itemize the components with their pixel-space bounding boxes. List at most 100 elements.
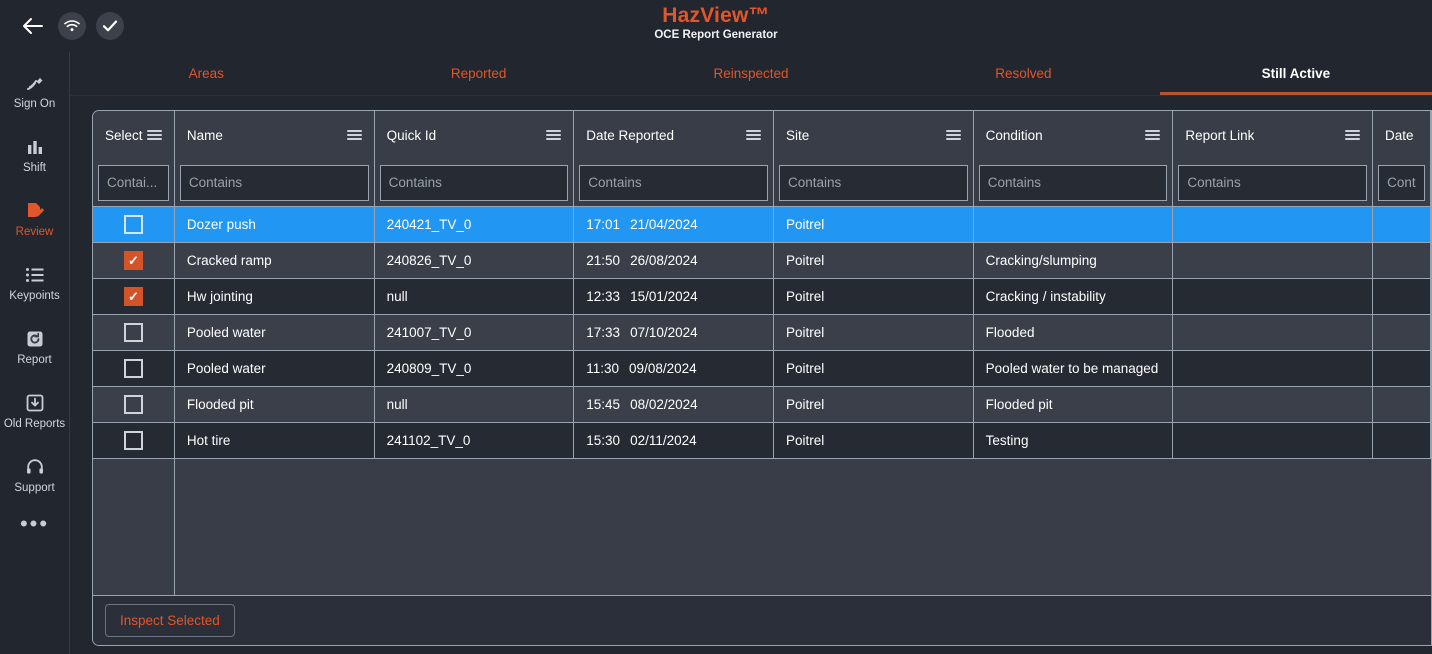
cell-report-link [1173,351,1374,386]
row-select-cell[interactable]: ✓ [93,423,175,458]
tab-still-active[interactable]: Still Active [1159,52,1432,95]
cell-report-link [1173,387,1374,422]
table-row[interactable]: ✓ Hot tire 241102_TV_0 15:30 02/11/2024 P… [93,423,1431,459]
cell-date: 02/11/2024 [630,433,697,448]
cell-name: Hot tire [175,423,375,458]
tab-bar: Areas Reported Reinspected Resolved Stil… [70,52,1432,96]
table-row[interactable]: ✓ Pooled water 240809_TV_0 11:30 09/08/20… [93,351,1431,387]
sidebar-item-label: Report [17,354,52,366]
cell-site: Poitrel [774,351,974,386]
filter-input-date-closed[interactable] [1378,164,1426,201]
column-header-condition[interactable]: Condition [974,111,1174,159]
cell-date-closed [1373,351,1431,386]
cell-quick-id: 240826_TV_0 [375,243,575,278]
row-select-cell[interactable]: ✓ [93,315,175,350]
sidebar: Sign On Shift Review Keypoints Report Ol… [0,52,70,654]
table-row[interactable]: ✓ Flooded pit null 15:45 08/02/2024 Poitr… [93,387,1431,423]
column-header-quick-id[interactable]: Quick Id [375,111,575,159]
sidebar-item-support[interactable]: Support [0,450,70,499]
column-header-label: Site [785,127,810,143]
row-checkbox[interactable]: ✓ [123,395,143,414]
column-header-name[interactable]: Name [175,111,375,159]
filter-input-report-link[interactable] [1178,164,1368,201]
column-header-select[interactable]: Select [93,111,175,159]
row-checkbox[interactable]: ✓ [123,251,143,270]
tab-reinspected[interactable]: Reinspected [615,52,887,95]
filter-cell-condition [974,159,1174,206]
filter-input-date-reported[interactable] [579,164,768,201]
sidebar-item-review[interactable]: Review [0,194,70,243]
hamburger-menu-icon[interactable] [945,128,961,142]
grid-footer: Inspect Selected [93,595,1431,645]
row-checkbox[interactable]: ✓ [123,215,143,234]
page-title: HazView™ [662,4,770,27]
cell-date-reported: 17:33 07/10/2024 [574,315,774,350]
filter-input-quick-id[interactable] [379,164,569,201]
row-checkbox[interactable]: ✓ [123,431,143,450]
back-arrow-icon[interactable] [18,11,48,41]
cell-time: 11:30 [586,361,620,376]
column-header-site[interactable]: Site [774,111,974,159]
row-checkbox[interactable]: ✓ [123,323,143,342]
table-row[interactable]: ✓ Dozer push 240421_TV_0 17:01 21/04/2024… [93,207,1431,243]
cell-date-reported: 21:50 26/08/2024 [574,243,774,278]
cell-site: Poitrel [774,315,974,350]
row-select-cell[interactable]: ✓ [93,207,175,242]
filter-input-condition[interactable] [978,164,1168,201]
row-select-cell[interactable]: ✓ [93,351,175,386]
column-header-date-closed[interactable]: Date C [1373,111,1431,159]
cell-report-link [1173,279,1374,314]
row-checkbox[interactable]: ✓ [123,359,143,378]
cell-name: Cracked ramp [175,243,375,278]
cell-date-closed [1373,315,1431,350]
table-row[interactable]: ✓ Pooled water 241007_TV_0 17:33 07/10/20… [93,315,1431,351]
edit-doc-icon [24,200,46,222]
sidebar-item-report[interactable]: Report [0,322,70,371]
table-row[interactable]: ✓ Hw jointing null 12:33 15/01/2024 Poitr… [93,279,1431,315]
table-row[interactable]: ✓ Cracked ramp 240826_TV_0 21:50 26/08/20… [93,243,1431,279]
filter-input-name[interactable] [179,164,369,201]
filter-input-site[interactable] [779,164,968,201]
sidebar-item-label: Review [15,226,54,238]
tab-reported[interactable]: Reported [342,52,614,95]
wifi-icon[interactable] [58,12,86,40]
column-header-date-reported[interactable]: Date Reported [574,111,774,159]
sidebar-more-icon[interactable]: ••• [20,513,49,535]
tab-areas[interactable]: Areas [70,52,342,95]
sidebar-item-shift[interactable]: Shift [0,130,70,179]
sidebar-item-old-reports[interactable]: Old Reports [0,386,70,435]
hamburger-menu-icon[interactable] [546,128,562,142]
column-header-label: Condition [985,127,1043,143]
history-icon [25,328,45,350]
sidebar-item-label: Shift [22,162,46,174]
cell-site: Poitrel [774,423,974,458]
tab-resolved[interactable]: Resolved [887,52,1159,95]
cell-condition: Cracking / instability [974,279,1174,314]
sidebar-item-keypoints[interactable]: Keypoints [0,258,70,307]
cell-date-reported: 15:30 02/11/2024 [574,423,774,458]
inspect-selected-button[interactable]: Inspect Selected [105,604,235,637]
column-header-label: Quick Id [386,127,437,143]
hamburger-menu-icon[interactable] [1145,128,1161,142]
row-checkbox[interactable]: ✓ [123,287,143,306]
hamburger-menu-icon[interactable] [146,128,162,142]
filter-cell-quick-id [375,159,575,206]
cell-date-closed [1373,243,1431,278]
cell-condition: Pooled water to be managed [974,351,1174,386]
cell-site: Poitrel [774,243,974,278]
hamburger-menu-icon[interactable] [1345,128,1361,142]
filter-input-select[interactable] [98,164,169,201]
row-select-cell[interactable]: ✓ [93,387,175,422]
cell-quick-id: 241007_TV_0 [375,315,575,350]
check-icon[interactable] [96,12,124,40]
cell-time: 15:30 [586,433,621,448]
row-select-cell[interactable]: ✓ [93,243,175,278]
row-select-cell[interactable]: ✓ [93,279,175,314]
sidebar-item-sign-on[interactable]: Sign On [0,66,70,115]
cell-quick-id: 240421_TV_0 [375,207,575,242]
hamburger-menu-icon[interactable] [745,128,761,142]
hamburger-menu-icon[interactable] [346,128,362,142]
cell-name: Hw jointing [175,279,375,314]
filter-cell-date-closed [1373,159,1431,206]
column-header-report-link[interactable]: Report Link [1173,111,1374,159]
